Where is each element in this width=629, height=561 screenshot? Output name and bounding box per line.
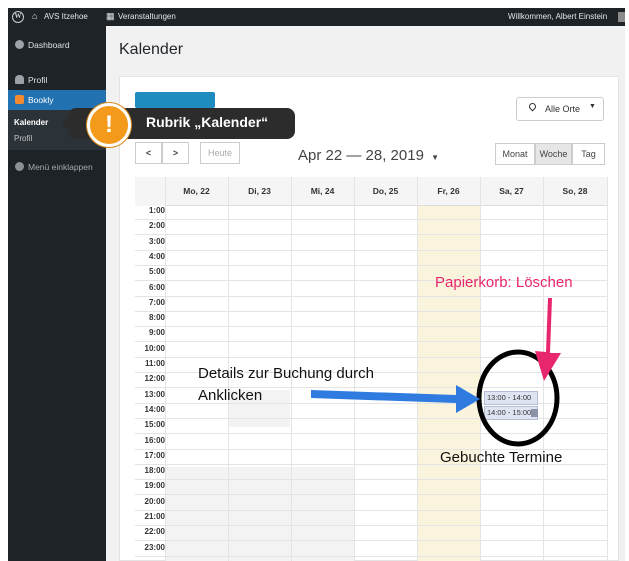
app-window: W ⌂ AVS Itzehoe ▦ Veranstaltungen Willko… xyxy=(8,8,625,561)
details-arrow-icon xyxy=(311,385,480,413)
trash-arrow-icon xyxy=(535,298,561,381)
annotation-overlay xyxy=(311,298,561,447)
